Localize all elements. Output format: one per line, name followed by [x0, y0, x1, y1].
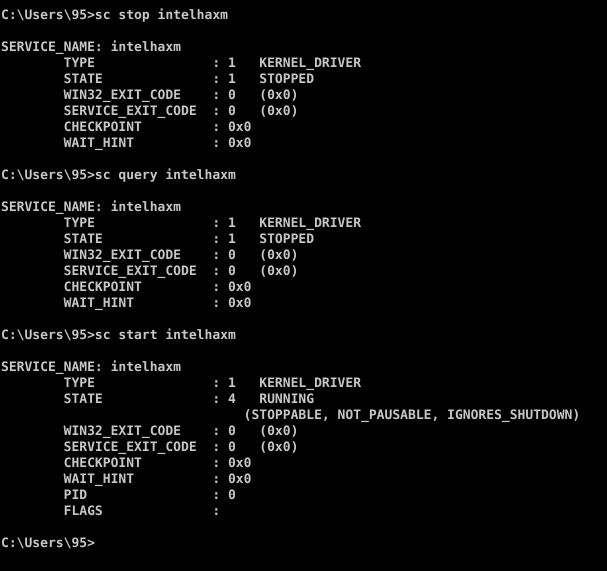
- console-output-line: WAIT_HINT : 0x0: [1, 296, 252, 311]
- console-output-line: WIN32_EXIT_CODE : 0 (0x0): [1, 88, 299, 103]
- console-output-line: SERVICE_EXIT_CODE : 0 (0x0): [1, 440, 299, 455]
- console-prompt-line: C:\Users\95>: [1, 536, 95, 551]
- console-output-line: FLAGS :: [1, 504, 221, 519]
- console-output-line: SERVICE_NAME: intelhaxm: [1, 200, 182, 215]
- console-output-line: STATE : 4 RUNNING: [1, 392, 315, 407]
- console-output-line: WIN32_EXIT_CODE : 0 (0x0): [1, 424, 299, 439]
- console-output-line: CHECKPOINT : 0x0: [1, 120, 252, 135]
- console-output-line: (STOPPABLE, NOT_PAUSABLE, IGNORES_SHUTDO…: [1, 408, 581, 423]
- console-output-line: WAIT_HINT : 0x0: [1, 472, 252, 487]
- console-output-line: SERVICE_NAME: intelhaxm: [1, 360, 182, 375]
- console-output-line: CHECKPOINT : 0x0: [1, 456, 252, 471]
- console-output-area[interactable]: C:\Users\95>sc stop intelhaxm SERVICE_NA…: [0, 0, 607, 571]
- console-output-line: STATE : 1 STOPPED: [1, 232, 315, 247]
- console-output-line: TYPE : 1 KERNEL_DRIVER: [1, 376, 362, 391]
- console-output-line: SERVICE_EXIT_CODE : 0 (0x0): [1, 264, 299, 279]
- console-output-line: TYPE : 1 KERNEL_DRIVER: [1, 56, 362, 71]
- console-output-line: TYPE : 1 KERNEL_DRIVER: [1, 216, 362, 231]
- console-prompt-line: C:\Users\95>sc stop intelhaxm: [1, 8, 228, 23]
- console-output-line: SERVICE_NAME: intelhaxm: [1, 40, 182, 55]
- console-output-line: WIN32_EXIT_CODE : 0 (0x0): [1, 248, 299, 263]
- console-prompt-line: C:\Users\95>sc start intelhaxm: [1, 328, 236, 343]
- console-output-line: SERVICE_EXIT_CODE : 0 (0x0): [1, 104, 299, 119]
- console-prompt-line: C:\Users\95>sc query intelhaxm: [1, 168, 236, 183]
- console-output-line: CHECKPOINT : 0x0: [1, 280, 252, 295]
- console-output-line: PID : 0: [1, 488, 236, 503]
- console-output-line: WAIT_HINT : 0x0: [1, 136, 252, 151]
- console-output-line: STATE : 1 STOPPED: [1, 72, 315, 87]
